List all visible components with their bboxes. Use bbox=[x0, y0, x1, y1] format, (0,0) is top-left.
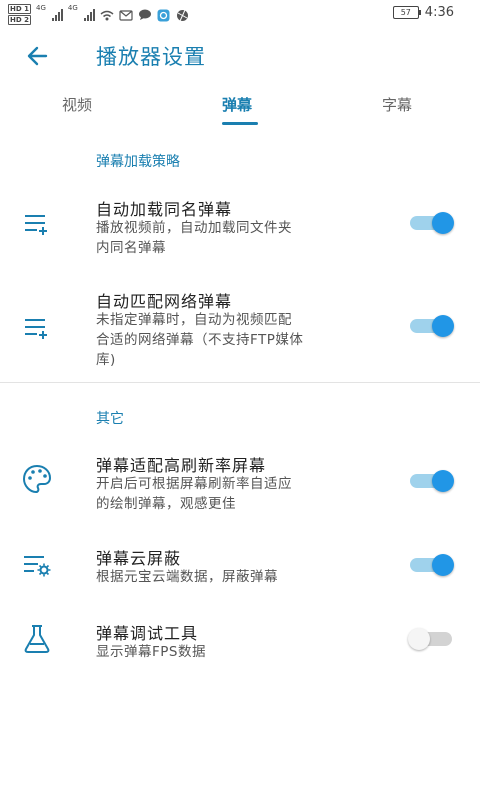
toggle-switch[interactable] bbox=[410, 315, 454, 337]
toggle-switch[interactable] bbox=[410, 212, 454, 234]
setting-description: 显示弹幕FPS数据 bbox=[96, 642, 376, 662]
setting-title: 弹幕云屏蔽 bbox=[96, 549, 182, 568]
toggle-switch[interactable] bbox=[408, 628, 452, 650]
desc-line: 开启后可根据屏幕刷新率自适应 bbox=[96, 476, 292, 492]
ball-icon bbox=[176, 9, 190, 21]
desc-line: 显示弹幕FPS数据 bbox=[96, 644, 206, 660]
tab-video[interactable]: 视频 bbox=[62, 94, 92, 115]
palette-icon bbox=[22, 464, 52, 494]
section-title-load-strategy: 弹幕加载策略 bbox=[96, 154, 180, 170]
setting-high-refresh-rate[interactable]: 弹幕适配高刷新率屏幕 开启后可根据屏幕刷新率自适应 的绘制弹幕，观感更佳 bbox=[0, 450, 480, 520]
hd-badge: HD 1 HD 2 bbox=[8, 4, 31, 25]
setting-description: 根据元宝云端数据，屏蔽弹幕 bbox=[96, 567, 376, 587]
section-divider bbox=[0, 382, 480, 383]
tab-danmaku[interactable]: 弹幕 bbox=[222, 94, 252, 115]
setting-auto-load-same-name[interactable]: 自动加载同名弹幕 播放视频前，自动加载同文件夹 内同名弹幕 bbox=[0, 190, 480, 270]
tab-subtitle[interactable]: 字幕 bbox=[382, 94, 412, 115]
status-bar: HD 1 HD 2 4G 4G 57 4:36 bbox=[0, 0, 480, 26]
toggle-switch[interactable] bbox=[410, 554, 454, 576]
back-button[interactable] bbox=[24, 42, 52, 70]
toggle-switch[interactable] bbox=[410, 470, 454, 492]
app-bar: 播放器设置 bbox=[0, 28, 480, 84]
toggle-knob bbox=[432, 212, 454, 234]
mail-icon bbox=[119, 9, 133, 21]
setting-auto-match-network[interactable]: 自动匹配网络弹幕 未指定弹幕时，自动为视频匹配 合适的网络弹幕（不支持FTP媒体… bbox=[0, 286, 480, 376]
toggle-knob bbox=[432, 315, 454, 337]
battery-icon: 57 bbox=[392, 6, 421, 19]
setting-title: 自动加载同名弹幕 bbox=[96, 200, 233, 219]
wifi-icon bbox=[100, 9, 114, 21]
setting-debug-tool[interactable]: 弹幕调试工具 显示弹幕FPS数据 bbox=[0, 618, 480, 668]
signal-icon-2 bbox=[83, 9, 95, 21]
desc-line: 播放视频前，自动加载同文件夹 bbox=[96, 220, 292, 236]
toggle-knob bbox=[408, 628, 430, 650]
toggle-knob bbox=[432, 554, 454, 576]
playlist-add-icon bbox=[25, 215, 47, 235]
setting-description: 开启后可根据屏幕刷新率自适应 的绘制弹幕，观感更佳 bbox=[96, 474, 376, 514]
toggle-knob bbox=[432, 470, 454, 492]
tab-bar: 视频 弹幕 字幕 bbox=[0, 88, 480, 126]
desc-line: 根据元宝云端数据，屏蔽弹幕 bbox=[96, 569, 278, 585]
setting-title: 自动匹配网络弹幕 bbox=[96, 292, 233, 311]
section-title-other: 其它 bbox=[96, 411, 124, 427]
setting-description: 播放视频前，自动加载同文件夹 内同名弹幕 bbox=[96, 218, 376, 258]
battery-level: 57 bbox=[400, 8, 411, 17]
setting-description: 未指定弹幕时，自动为视频匹配 合适的网络弹幕（不支持FTP媒体 库) bbox=[96, 310, 376, 370]
desc-line: 未指定弹幕时，自动为视频匹配 bbox=[96, 312, 292, 328]
desc-line: 合适的网络弹幕（不支持FTP媒体 bbox=[96, 332, 304, 348]
tab-indicator bbox=[222, 122, 258, 125]
chat-icon bbox=[138, 9, 152, 21]
setting-cloud-block[interactable]: 弹幕云屏蔽 根据元宝云端数据，屏蔽弹幕 bbox=[0, 543, 480, 593]
setting-title: 弹幕调试工具 bbox=[96, 624, 199, 643]
setting-title: 弹幕适配高刷新率屏幕 bbox=[96, 456, 267, 475]
desc-line: 内同名弹幕 bbox=[96, 240, 166, 256]
app-notification-icon bbox=[157, 9, 171, 21]
clock: 4:36 bbox=[424, 5, 454, 20]
signal-icon bbox=[51, 9, 63, 21]
playlist-add-icon bbox=[25, 319, 47, 339]
list-settings-icon bbox=[24, 556, 51, 577]
network-label-2: 4G bbox=[67, 4, 78, 12]
arrow-left-icon bbox=[27, 46, 48, 66]
desc-line: 的绘制弹幕，观感更佳 bbox=[96, 496, 236, 512]
page-title: 播放器设置 bbox=[96, 45, 206, 69]
flask-icon bbox=[24, 625, 50, 653]
desc-line: 库) bbox=[96, 352, 116, 368]
network-label-1: 4G bbox=[35, 4, 46, 12]
